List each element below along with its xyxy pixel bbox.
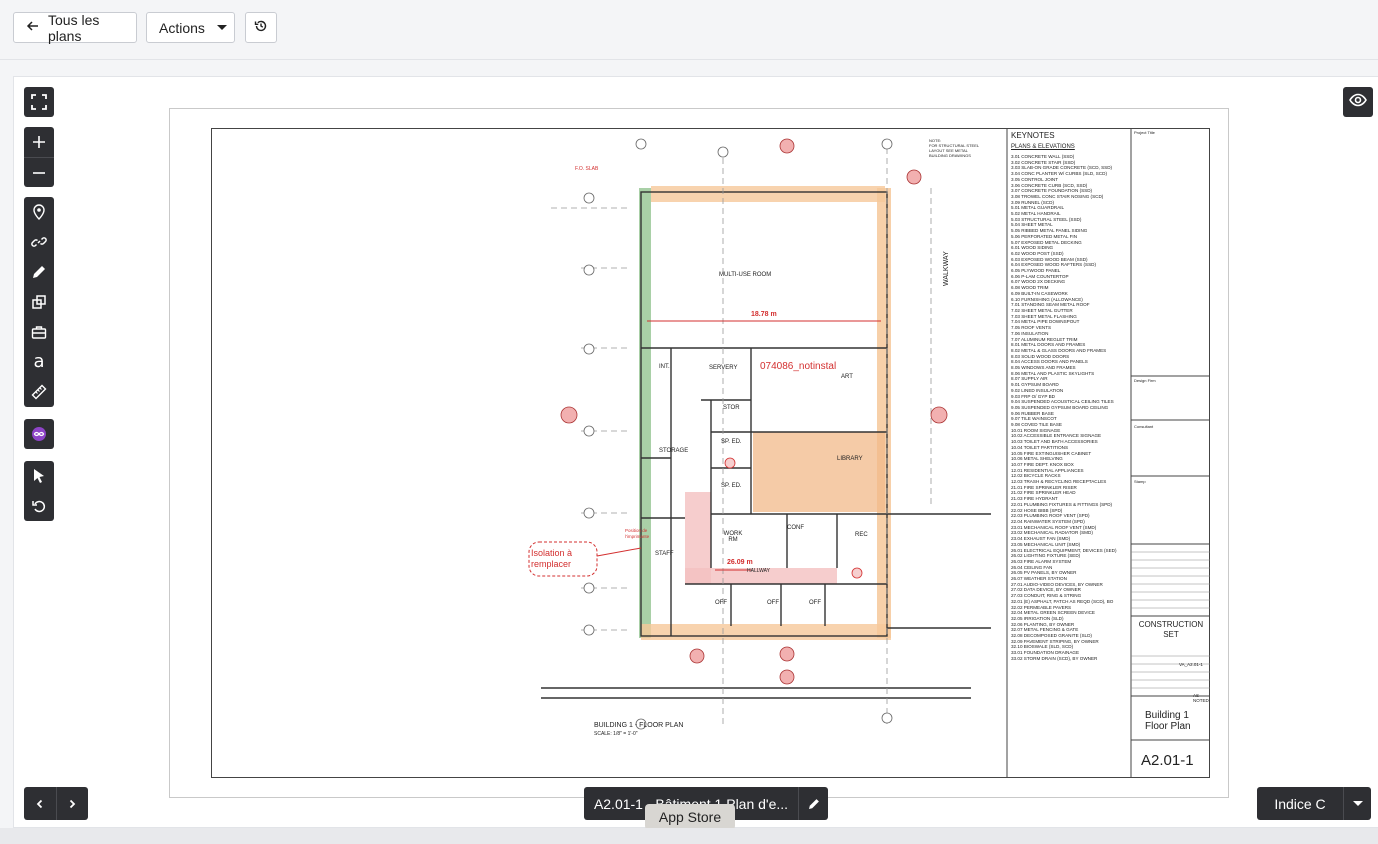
room-servery: SERVERY — [709, 365, 738, 371]
design-firm-label: Design Firm — [1134, 378, 1156, 383]
pin-icon[interactable] — [24, 197, 54, 227]
chevron-down-icon — [216, 25, 227, 30]
file-name: VA_A2.01-1 — [1179, 662, 1203, 667]
zoom-group — [24, 127, 54, 187]
page-navigation — [24, 787, 88, 820]
slab-label: F.O. SLAB — [575, 166, 599, 172]
room-sp-ed-1: SP. ED. — [721, 439, 742, 445]
room-off-1: OFF — [715, 600, 727, 606]
room-work-rm: WORK RM — [723, 531, 743, 543]
room-off-3: OFF — [809, 600, 821, 606]
chevron-right-icon — [70, 799, 76, 808]
revision-dropdown-button[interactable] — [1343, 787, 1371, 820]
room-stor: STOR — [723, 405, 740, 411]
plan-title: BUILDING 1 - FLOOR PLAN — [594, 722, 684, 729]
zoom-out-icon[interactable] — [24, 157, 54, 187]
history-icon — [254, 19, 268, 36]
zoom-in-icon[interactable] — [24, 127, 54, 157]
dimension-2: 26.09 m — [727, 559, 753, 566]
keynote-item: 22.01 PLUMBING FIXTURES & FITTINGS (SPD) — [1011, 501, 1113, 507]
back-button-label: Tous les plans — [48, 11, 100, 44]
keynote-item: 33.02 STORM DRAIN (SCD), BY OWNER — [1011, 655, 1098, 661]
dimension-1: 18.78 m — [751, 311, 777, 318]
tooltip: App Store — [645, 804, 735, 837]
markup-cloud-text[interactable]: Isolation à remplacer — [531, 548, 595, 570]
sheet-number: A2.01-1 — [1141, 752, 1194, 769]
revision-selector[interactable]: Indice C — [1257, 787, 1371, 820]
eye-icon — [1349, 91, 1367, 114]
walkway-label: WALKWAY — [943, 251, 950, 286]
pencil-icon — [808, 798, 819, 809]
room-rec: REC — [855, 532, 868, 538]
markup-label[interactable]: 074086_notinstal — [760, 361, 836, 372]
room-art: ART — [841, 374, 853, 380]
ruler-icon[interactable] — [24, 377, 54, 407]
arrow-left-icon — [26, 19, 40, 36]
undo-icon[interactable] — [24, 491, 54, 521]
chevron-left-icon — [36, 799, 42, 808]
keynote-item: 32.01 (E) ASPHALT, PATCH AS REQD (SCD), … — [1011, 598, 1114, 604]
keynotes-section: PLANS & ELEVATIONS — [1011, 144, 1075, 150]
edit-sheet-button[interactable] — [798, 787, 828, 820]
room-sp-ed-2: SP. ED. — [721, 483, 742, 489]
next-page-button[interactable] — [55, 787, 89, 820]
room-library: LIBRARY — [837, 456, 863, 462]
fullscreen-group — [24, 87, 54, 117]
previous-page-button[interactable] — [24, 787, 56, 820]
actions-dropdown-button[interactable]: Actions — [146, 12, 235, 43]
structural-note: NOTE: FOR STRUCTURAL STEEL LAYOUT SEE ME… — [929, 138, 980, 158]
fullscreen-icon[interactable] — [24, 87, 54, 117]
room-hallway: HALLWAY — [747, 568, 770, 574]
printer-note[interactable]: Position de l'imprimante — [625, 528, 649, 540]
keynotes-title: KEYNOTES — [1011, 131, 1055, 140]
room-multi-use: MULTI-USE ROOM — [719, 272, 772, 278]
visibility-toggle-button[interactable] — [1343, 87, 1373, 117]
project-title-label: Project Title — [1134, 130, 1155, 135]
overlay-group — [24, 419, 54, 449]
actions-label: Actions — [159, 19, 205, 36]
text-icon[interactable]: a — [24, 347, 54, 377]
shapes-icon[interactable] — [24, 287, 54, 317]
consultant-label: Consultant — [1134, 424, 1154, 429]
compare-overlay-icon[interactable] — [24, 419, 54, 449]
room-conf: CONF — [787, 525, 804, 531]
revision-label: Indice C — [1274, 795, 1326, 812]
chevron-down-icon — [1352, 801, 1363, 806]
sheet-title: Building 1 Floor Plan — [1145, 710, 1191, 732]
back-to-plans-button[interactable]: Tous les plans — [13, 11, 137, 44]
room-int: INT. — [659, 364, 670, 370]
cursor-icon[interactable] — [24, 461, 54, 491]
room-storage: STORAGE — [659, 448, 689, 454]
toolbox-icon[interactable] — [24, 317, 54, 347]
bottom-strip — [0, 828, 1378, 844]
link-icon[interactable] — [24, 227, 54, 257]
plan-scale: SCALE: 1/8" = 1'-0" — [594, 731, 638, 737]
keynote-list: 3.01 CONCRETE WALL (SSD) 3.02 CONCRETE ST… — [1011, 154, 1129, 744]
room-off-2: OFF — [767, 600, 779, 606]
markup-tools-group: a — [24, 197, 54, 407]
history-button[interactable] — [245, 12, 277, 43]
selection-group — [24, 461, 54, 521]
stamp-label: Stamp — [1134, 479, 1146, 484]
scale-value: AS NOTED — [1193, 693, 1209, 703]
plan-text-layer: KEYNOTES PLANS & ELEVATIONS 3.01 CONCRET… — [211, 128, 1210, 778]
issue-stage: CONSTRUCTION SET — [1138, 620, 1204, 639]
top-toolbar: Tous les plans Actions — [0, 0, 1378, 60]
pen-icon[interactable] — [24, 257, 54, 287]
room-staff: STAFF — [655, 551, 674, 557]
